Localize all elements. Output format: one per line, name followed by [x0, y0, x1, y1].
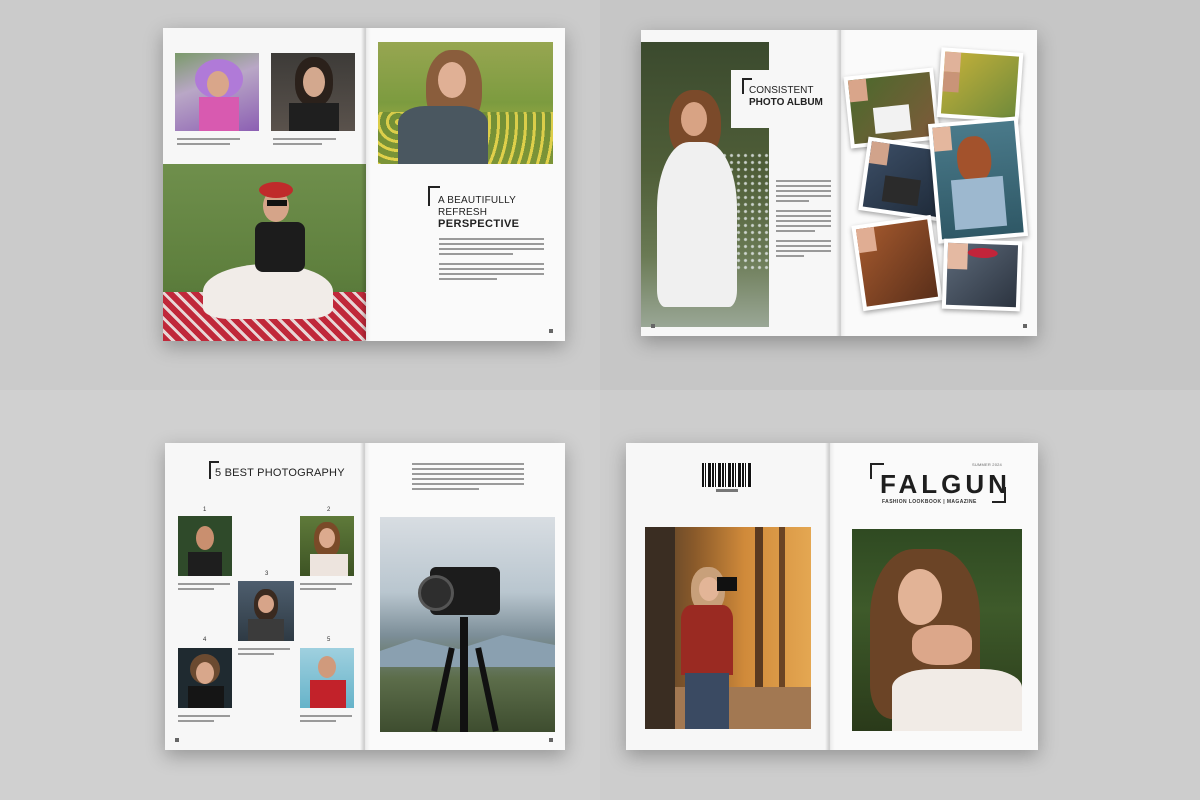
heading-refresh-perspective: A BEAUTIFULLY REFRESH PERSPECTIVE — [438, 195, 563, 231]
caption-text-1 — [177, 138, 247, 148]
magazine-spread-best-photography: 5 BEST PHOTOGRAPHY 1 2 3 4 5 — [165, 443, 565, 750]
magazine-cover-spread: SUMMER 2024 FALGUN FASHION LOOKBOOK | MA… — [626, 443, 1038, 750]
page-number-left — [175, 738, 179, 742]
item-number-2: 2 — [327, 507, 331, 513]
caption-text-3 — [238, 648, 290, 658]
spine-fold — [825, 443, 835, 750]
heading-line-1: CONSISTENT — [749, 85, 814, 96]
barcode-digits — [716, 489, 738, 492]
masthead-tagline: FASHION LOOKBOOK | MAGAZINE — [882, 499, 977, 505]
spine-fold — [361, 28, 371, 341]
polaroid-photo-2 — [936, 47, 1024, 123]
photo-woman-portrait — [271, 53, 355, 131]
photo-woman-city — [238, 581, 294, 641]
heading-line-1: A BEAUTIFULLY REFRESH — [438, 195, 516, 218]
caption-text-5 — [300, 715, 352, 725]
page-number-right — [1023, 324, 1027, 328]
spine-fold — [836, 30, 846, 336]
caption-text-1 — [178, 583, 230, 593]
photo-woman-outdoors — [300, 516, 354, 576]
magazine-spread-perspective: A BEAUTIFULLY REFRESH PERSPECTIVE — [163, 28, 565, 341]
photo-woman-on-picnic-blanket — [163, 164, 366, 341]
item-number-1: 1 — [203, 507, 207, 513]
photo-man-red-sweater — [300, 648, 354, 708]
item-number-4: 4 — [203, 637, 207, 643]
photo-cover-model — [852, 529, 1022, 731]
masthead-bracket-bottom — [992, 487, 1006, 503]
heading-line-2: PHOTO ALBUM — [749, 96, 823, 108]
caption-text-2 — [273, 138, 343, 148]
body-text-column — [776, 180, 831, 260]
heading-line-2: PERSPECTIVE — [438, 218, 520, 230]
photo-woman-in-field — [378, 42, 553, 164]
photo-photographer-in-autumn-forest — [645, 527, 811, 729]
page-number — [549, 329, 553, 333]
polaroid-photo-4 — [927, 116, 1029, 244]
polaroid-photo-6 — [941, 238, 1023, 312]
caption-text-4 — [178, 715, 230, 725]
photo-camera-on-tripod — [380, 517, 555, 732]
heading-5-best-photography: 5 BEST PHOTOGRAPHY — [215, 467, 345, 479]
photo-purple-wig-portrait — [175, 53, 259, 131]
page-number-left — [651, 324, 655, 328]
page-number-right — [549, 738, 553, 742]
polaroid-photo-5 — [851, 214, 943, 312]
body-text-block — [439, 238, 544, 283]
photo-woman-dark-portrait — [178, 648, 232, 708]
spine-fold — [360, 443, 370, 750]
photo-bearded-man — [178, 516, 232, 576]
magazine-spread-photo-album: CONSISTENT PHOTO ALBUM — [641, 30, 1037, 336]
barcode-icon — [702, 463, 752, 487]
caption-text-2 — [300, 583, 352, 593]
item-number-3: 3 — [265, 571, 269, 577]
polaroid-photo-1 — [843, 67, 941, 149]
body-text-block — [412, 463, 524, 493]
item-number-5: 5 — [327, 637, 331, 643]
heading-consistent-photo-album: CONSISTENT PHOTO ALBUM — [749, 85, 839, 108]
issue-label: SUMMER 2024 — [972, 462, 1002, 467]
